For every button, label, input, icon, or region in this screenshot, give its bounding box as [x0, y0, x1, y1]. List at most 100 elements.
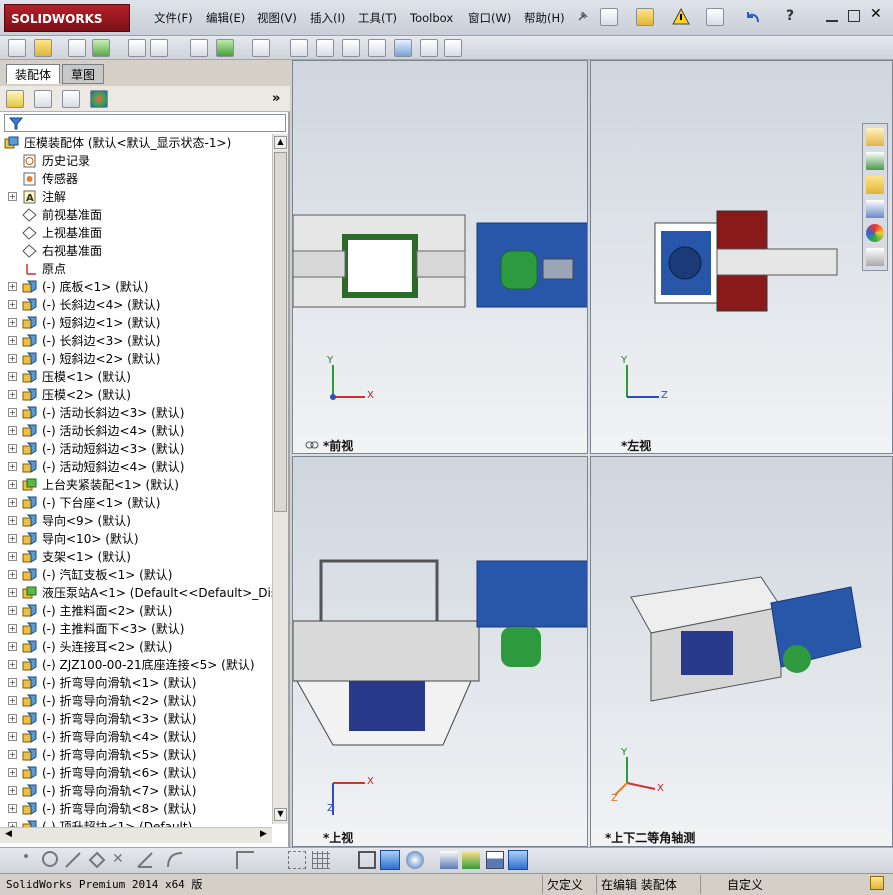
expand-toggle-icon[interactable]: + [8, 354, 17, 363]
tree-item[interactable]: + (-) 短斜边<2> (默认) [0, 350, 272, 368]
expand-toggle-icon[interactable]: + [8, 786, 17, 795]
reference-geometry-icon[interactable] [252, 39, 270, 57]
expand-toggle-icon[interactable]: + [8, 732, 17, 741]
expand-toggle-icon[interactable]: + [8, 552, 17, 561]
expand-toggle-icon[interactable]: + [8, 678, 17, 687]
display-manager-icon[interactable] [90, 90, 108, 108]
scroll-left-arrow-icon[interactable]: ◀ [2, 829, 15, 842]
cube-icon[interactable] [358, 851, 376, 869]
tree-item[interactable]: + (-) 主推料面<2> (默认) [0, 602, 272, 620]
tree-filter-input[interactable] [4, 114, 286, 132]
interference-icon[interactable] [394, 39, 412, 57]
point-icon[interactable] [24, 854, 28, 858]
menu-help[interactable]: 帮助(H) [520, 8, 569, 28]
menu-window[interactable]: 窗口(W) [464, 8, 515, 28]
smart-fastener-icon[interactable] [128, 39, 146, 57]
new-document-icon[interactable] [600, 8, 618, 26]
single-view-icon[interactable] [486, 851, 504, 869]
view-setup-icon[interactable] [440, 851, 458, 869]
tree-item[interactable]: + 导向<9> (默认) [0, 512, 272, 530]
explode-line-icon[interactable] [368, 39, 386, 57]
angle-icon[interactable] [136, 851, 154, 869]
instant3d-icon[interactable] [444, 39, 462, 57]
tree-item[interactable]: + (-) 长斜边<3> (默认) [0, 332, 272, 350]
tree-item[interactable]: + (-) 折弯导向滑轨<5> (默认) [0, 746, 272, 764]
tree-item[interactable]: + (-) 折弯导向滑轨<4> (默认) [0, 728, 272, 746]
viewport-front[interactable]: Y X *前视 [292, 60, 588, 454]
tree-item[interactable]: 压模装配体 (默认<默认_显示状态-1>) [0, 134, 272, 152]
menu-file[interactable]: 文件(F) [150, 8, 197, 28]
expand-toggle-icon[interactable]: + [8, 300, 17, 309]
assembly-features-icon[interactable] [216, 39, 234, 57]
assembly-tool-icon[interactable] [8, 39, 26, 57]
tree-item[interactable]: + (-) 折弯导向滑轨<1> (默认) [0, 674, 272, 692]
expand-toggle-icon[interactable]: + [8, 372, 17, 381]
line-icon[interactable] [64, 851, 82, 869]
undo-icon[interactable] [744, 8, 762, 26]
new-motion-study-icon[interactable] [290, 39, 308, 57]
component-display-icon[interactable] [462, 851, 480, 869]
menu-view[interactable]: 视图(V) [253, 8, 301, 28]
shaded-view-icon[interactable] [380, 850, 400, 870]
expand-toggle-icon[interactable]: + [8, 390, 17, 399]
minimize-icon[interactable] [826, 10, 838, 22]
scroll-thumb[interactable] [274, 152, 287, 512]
expand-toggle-icon[interactable]: + [8, 768, 17, 777]
units-status[interactable]: 自定义 [700, 875, 870, 894]
expand-toggle-icon[interactable]: + [8, 750, 17, 759]
scroll-down-arrow-icon[interactable]: ▼ [274, 808, 287, 821]
file-explorer-icon[interactable] [866, 176, 884, 194]
design-library-icon[interactable] [866, 152, 884, 170]
expand-toggle-icon[interactable]: + [8, 624, 17, 633]
tree-item[interactable]: + A 注解 [0, 188, 272, 206]
expand-toggle-icon[interactable]: + [8, 426, 17, 435]
expand-toggle-icon[interactable]: + [8, 660, 17, 669]
tree-item[interactable]: + (-) 折弯导向滑轨<6> (默认) [0, 764, 272, 782]
close-icon[interactable]: ✕ [870, 6, 886, 24]
tree-item[interactable]: + (-) 折弯导向滑轨<8> (默认) [0, 800, 272, 818]
expand-toggle-icon[interactable]: + [8, 606, 17, 615]
configuration-manager-icon[interactable] [62, 90, 80, 108]
scroll-right-arrow-icon[interactable]: ▶ [257, 829, 270, 842]
viewport-left[interactable]: Y Z *左视 [590, 60, 893, 454]
expand-toggle-icon[interactable]: + [8, 696, 17, 705]
expand-toggle-icon[interactable]: + [8, 462, 17, 471]
trim-icon[interactable]: ✕ [112, 851, 130, 869]
tab-assembly[interactable]: 装配体 [6, 64, 61, 84]
tree-item[interactable]: + (-) 折弯导向滑轨<2> (默认) [0, 692, 272, 710]
expand-toggle-icon[interactable]: + [8, 714, 17, 723]
expand-toggle-icon[interactable]: + [8, 570, 17, 579]
insert-component-icon[interactable] [34, 39, 52, 57]
menu-toolbox[interactable]: Toolbox [406, 8, 457, 28]
tree-item[interactable]: 传感器 [0, 170, 272, 188]
tree-item[interactable]: + (-) 活动长斜边<3> (默认) [0, 404, 272, 422]
graphics-area[interactable]: ✕ Y X *前视 Y Z [292, 60, 893, 847]
display-mode-icon[interactable] [406, 851, 424, 869]
tree-item[interactable]: 原点 [0, 260, 272, 278]
tree-item[interactable]: + (-) 短斜边<1> (默认) [0, 314, 272, 332]
mate-icon[interactable] [68, 39, 86, 57]
menu-tools[interactable]: 工具(T) [354, 8, 401, 28]
link-views-icon[interactable] [305, 439, 319, 449]
corner-rectangle-icon[interactable] [236, 851, 254, 869]
tree-item[interactable]: + (-) 主推料面下<3> (默认) [0, 620, 272, 638]
viewport-dimetric[interactable]: Y X Z *上下二等角轴测 [590, 456, 893, 847]
tree-item[interactable]: + 导向<10> (默认) [0, 530, 272, 548]
tree-item[interactable]: + (-) 活动长斜边<4> (默认) [0, 422, 272, 440]
tree-vertical-scrollbar[interactable]: ▲ ▼ [272, 134, 288, 824]
fillet-icon[interactable] [166, 851, 184, 869]
scroll-up-arrow-icon[interactable]: ▲ [274, 136, 287, 149]
expand-toggle-icon[interactable]: + [8, 804, 17, 813]
expand-chevron-icon[interactable]: » [272, 91, 280, 106]
tree-item[interactable]: + 支架<1> (默认) [0, 548, 272, 566]
expand-toggle-icon[interactable]: + [8, 516, 17, 525]
tab-sketch[interactable]: 草图 [62, 64, 105, 84]
grid-icon[interactable] [312, 851, 330, 869]
tree-item[interactable]: + (-) 汽缸支板<1> (默认) [0, 566, 272, 584]
pin-icon[interactable] [576, 9, 590, 23]
show-hidden-icon[interactable] [190, 39, 208, 57]
tree-item[interactable]: + (-) 头连接耳<2> (默认) [0, 638, 272, 656]
expand-toggle-icon[interactable]: + [8, 318, 17, 327]
expand-toggle-icon[interactable]: + [8, 282, 17, 291]
expand-toggle-icon[interactable]: + [8, 444, 17, 453]
